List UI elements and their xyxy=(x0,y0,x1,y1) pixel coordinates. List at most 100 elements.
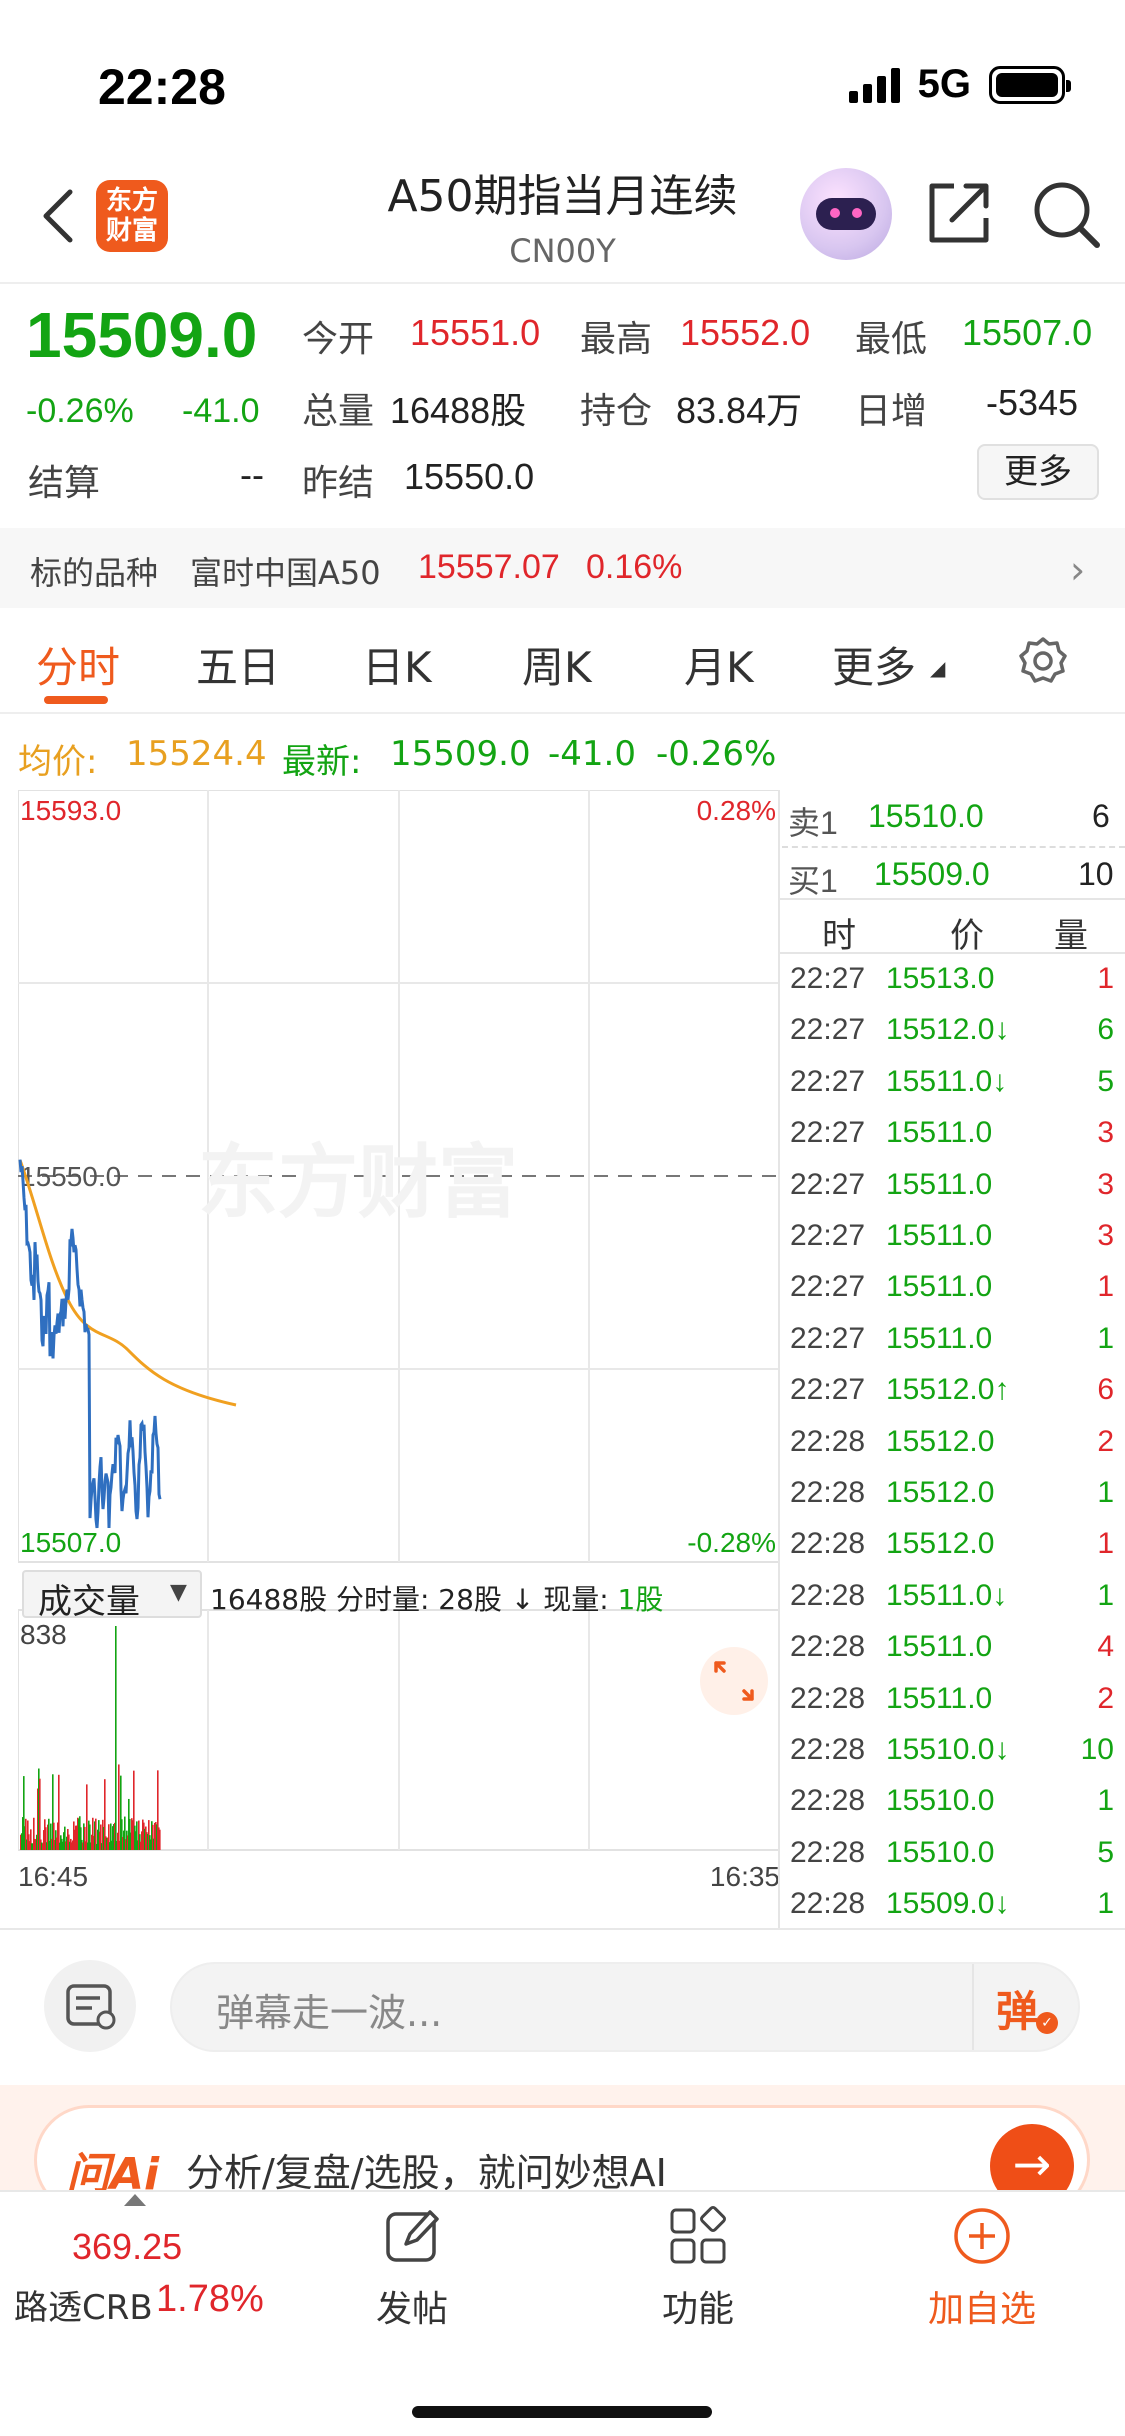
trades-header-qty: 量 xyxy=(1054,916,1088,956)
trade-price: 15512.0↑ xyxy=(886,1373,1010,1407)
crb-name[interactable]: 路透CRB xyxy=(14,2280,153,2329)
volume-value: 16488股 xyxy=(390,390,527,431)
nav-post[interactable]: 发帖 xyxy=(376,2280,448,2332)
function-icon[interactable] xyxy=(668,2206,728,2266)
trade-price: 15511.0↓ xyxy=(886,1578,1008,1612)
vol-max-label: 838 xyxy=(20,1619,67,1650)
volume-label: 总量 xyxy=(302,391,375,432)
trade-qty: 6 xyxy=(1097,1373,1114,1407)
underlying-price: 15557.07 xyxy=(418,548,560,586)
trade-row: 22:27 15511.0 3 xyxy=(790,1168,1118,1219)
intraday-chart[interactable]: 东方财富 15593.0 15550.0 15507.0 0.28% -0.28… xyxy=(18,790,780,1890)
open-value: 15551.0 xyxy=(410,312,541,353)
trade-price: 15512.0 xyxy=(886,1424,995,1458)
tab-more[interactable]: 更多 xyxy=(832,634,916,695)
latest-percent: -0.26% xyxy=(656,734,777,774)
home-indicator xyxy=(412,2406,712,2418)
trade-qty: 2 xyxy=(1097,1424,1114,1458)
latest-value: 15509.0 xyxy=(390,734,531,774)
tab-five-day[interactable]: 五日 xyxy=(196,634,280,695)
post-icon[interactable] xyxy=(382,2206,442,2266)
avg-value: 15524.4 xyxy=(126,734,267,774)
trade-time: 22:27 xyxy=(790,1167,866,1201)
trade-qty: 5 xyxy=(1097,1064,1114,1098)
underlying-name: 富时中国A50 xyxy=(190,554,381,592)
trade-qty: 1 xyxy=(1097,1321,1114,1355)
search-icon[interactable] xyxy=(1030,178,1102,250)
volume-bar xyxy=(86,1784,88,1850)
high-value: 15552.0 xyxy=(680,312,811,353)
oi-value: 83.84万 xyxy=(676,390,803,431)
high-label: 最高 xyxy=(580,319,653,360)
share-icon[interactable] xyxy=(924,178,994,248)
trade-qty: 3 xyxy=(1097,1167,1114,1201)
daily-inc-label: 日增 xyxy=(855,391,928,432)
tab-week-k[interactable]: 周K xyxy=(522,634,592,695)
oi-label: 持仓 xyxy=(580,391,653,432)
comment-list-button[interactable] xyxy=(44,1960,136,2052)
volume-bar xyxy=(118,1764,120,1850)
y-mid-label: 15550.0 xyxy=(20,1161,121,1192)
status-time: 22:28 xyxy=(98,59,226,115)
ai-robot-avatar[interactable] xyxy=(800,168,892,260)
danmu-label: 弹 xyxy=(996,1987,1039,2036)
expand-button[interactable] xyxy=(700,1647,768,1715)
y-max-label: 15593.0 xyxy=(20,795,121,826)
trade-qty: 3 xyxy=(1097,1116,1114,1150)
up-arrow-icon xyxy=(124,2194,146,2206)
trade-price: 15511.0 xyxy=(886,1321,993,1355)
underlying-label: 标的品种 xyxy=(30,554,159,592)
latest-change: -41.0 xyxy=(548,734,636,774)
trade-time: 22:27 xyxy=(790,1013,866,1047)
bid-qty: 10 xyxy=(1078,856,1114,892)
danmu-placeholder: 弹幕走一波... xyxy=(216,1991,443,2035)
trade-time: 22:28 xyxy=(790,1424,866,1458)
trade-row: 22:28 15512.0 1 xyxy=(790,1476,1118,1527)
bid-label: 买1 xyxy=(788,863,838,899)
tab-month-k[interactable]: 月K xyxy=(684,634,754,695)
trade-time: 22:27 xyxy=(790,1064,866,1098)
change-percent: -0.26% xyxy=(26,392,134,430)
trade-row: 22:27 15511.0 1 xyxy=(790,1322,1118,1373)
tab-day-k[interactable]: 日K xyxy=(362,634,432,695)
volume-info: 16488股 分时量: 28股 ↓ 现量: 1股 xyxy=(210,1578,663,1618)
trade-qty: 1 xyxy=(1097,1784,1114,1818)
prev-settle-value: 15550.0 xyxy=(404,456,535,497)
change-amount: -41.0 xyxy=(182,392,260,430)
trade-row: 22:27 15511.0 3 xyxy=(790,1219,1118,1270)
trade-row: 22:28 15509.0↓ 1 xyxy=(790,1887,1118,1938)
volume-dropdown-label: 成交量 xyxy=(38,1582,140,1622)
trade-qty: 1 xyxy=(1097,962,1114,995)
trade-row: 22:28 15512.0 1 xyxy=(790,1527,1118,1578)
watermark: 东方财富 xyxy=(198,1136,518,1229)
volume-bar xyxy=(159,1829,161,1850)
network-label: 5G xyxy=(917,62,971,106)
trade-row: 22:28 15511.0 2 xyxy=(790,1682,1118,1733)
gear-icon[interactable] xyxy=(1018,636,1068,686)
status-indicators: 5G xyxy=(848,62,1071,107)
signal-icon xyxy=(848,67,900,103)
more-button[interactable]: 更多 xyxy=(977,444,1099,500)
add-watchlist-icon[interactable] xyxy=(952,2206,1012,2266)
tab-intraday[interactable]: 分时 xyxy=(36,634,120,695)
trade-time: 22:28 xyxy=(790,1733,866,1766)
pct-min-label: -0.28% xyxy=(687,1527,776,1558)
trade-qty: 1 xyxy=(1097,1578,1114,1612)
trade-time: 22:28 xyxy=(790,1578,866,1612)
ask-label: 卖1 xyxy=(788,805,838,841)
trade-time: 22:28 xyxy=(790,1476,866,1509)
crb-price[interactable]: 369.25 xyxy=(72,2226,182,2268)
nav-function[interactable]: 功能 xyxy=(662,2280,734,2332)
underlying-row[interactable] xyxy=(0,528,1125,608)
trade-price: 15511.0↓ xyxy=(886,1064,1008,1098)
trade-row: 22:27 15511.0 3 xyxy=(790,1116,1118,1167)
trade-row: 22:27 15512.0↑ 6 xyxy=(790,1373,1118,1424)
x-end-label: 16:35 xyxy=(710,1861,780,1890)
open-label: 今开 xyxy=(302,319,375,360)
crb-percent[interactable]: 1.78% xyxy=(156,2278,264,2321)
prev-settle-label: 昨结 xyxy=(302,463,375,504)
nav-add-watchlist[interactable]: 加自选 xyxy=(928,2280,1036,2332)
trade-qty: 5 xyxy=(1097,1835,1114,1869)
trade-row: 22:28 15510.0 1 xyxy=(790,1784,1118,1835)
check-icon: ✓ xyxy=(1036,2012,1058,2034)
